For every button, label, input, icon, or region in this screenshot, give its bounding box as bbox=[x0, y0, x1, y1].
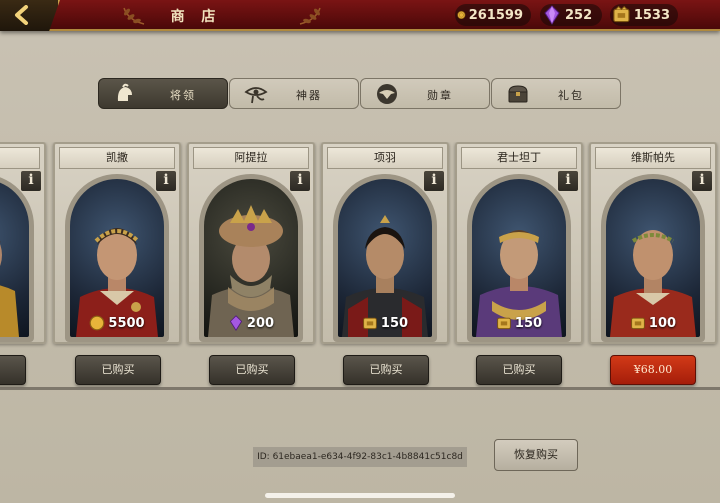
top-bar: 商 店 261599 252 1533 bbox=[0, 0, 720, 31]
hero-name: 阿提拉 bbox=[193, 147, 309, 169]
gold-coin-icon bbox=[90, 315, 105, 331]
hero-portrait-frame: 150 bbox=[467, 174, 571, 342]
hero-price: 150 bbox=[338, 313, 432, 333]
tab-generals-label: 将领 bbox=[170, 89, 196, 102]
hero-card-attila[interactable]: 阿提拉 200 i bbox=[187, 142, 315, 344]
gem-counter[interactable]: 252 bbox=[540, 4, 602, 26]
device-id-label: ID: 61ebaea1-e634-4f92-83c1-4b8841c51c8d bbox=[253, 447, 467, 467]
gold-token-icon bbox=[497, 317, 511, 330]
tab-medals[interactable]: 勋章 bbox=[360, 78, 490, 109]
hero-portrait-frame: 100 bbox=[601, 174, 705, 342]
hero-name bbox=[0, 147, 40, 169]
hero-name: 维斯帕先 bbox=[595, 147, 711, 169]
hero-name: 项羽 bbox=[327, 147, 443, 169]
helmet-icon bbox=[117, 83, 132, 101]
laurel-left-icon bbox=[123, 7, 145, 25]
hero-card-caesar[interactable]: 凯撒 5500 i bbox=[53, 142, 181, 344]
info-button[interactable]: i bbox=[155, 170, 177, 192]
info-button[interactable]: i bbox=[691, 170, 713, 192]
hero-price-value: 200 bbox=[246, 315, 275, 331]
hero-card-xiangyu[interactable]: 项羽 150 i bbox=[321, 142, 449, 344]
gold-token-icon bbox=[631, 317, 645, 330]
tab-artifacts-label: 神器 bbox=[296, 89, 322, 102]
tab-packs-label: 礼包 bbox=[558, 89, 584, 102]
gem-value: 252 bbox=[565, 7, 593, 23]
hero-portrait-frame: 150 bbox=[333, 174, 437, 342]
token-value: 1533 bbox=[633, 7, 670, 23]
purchased-button[interactable]: 已购买 bbox=[476, 355, 562, 385]
info-button[interactable]: i bbox=[20, 170, 42, 192]
hero-price-value: 150 bbox=[380, 315, 409, 331]
hero-card-constantine[interactable]: 君士坦丁 150 i bbox=[455, 142, 583, 344]
page-title: 商 店 bbox=[170, 9, 222, 25]
hero-portrait-frame: 00 bbox=[0, 174, 34, 342]
carousel-divider bbox=[0, 387, 720, 390]
hero-price: 5500 bbox=[70, 313, 164, 333]
hero-price-value: 5500 bbox=[108, 315, 145, 331]
gold-coin-icon bbox=[457, 10, 466, 20]
gold-token-icon bbox=[363, 317, 377, 330]
token-counter[interactable]: 1533 bbox=[610, 4, 678, 26]
back-button[interactable] bbox=[0, 0, 60, 31]
tab-artifacts[interactable]: 神器 bbox=[229, 78, 359, 109]
tab-medals-label: 勋章 bbox=[427, 89, 453, 102]
hero-card-vespasian[interactable]: 维斯帕先 100 i bbox=[589, 142, 717, 344]
buy-price-button[interactable]: ¥68.00 bbox=[610, 355, 696, 385]
gold-coin-value: 261599 bbox=[468, 7, 523, 23]
hero-price: 00 bbox=[0, 313, 29, 333]
purchased-button[interactable]: 已购买 bbox=[343, 355, 429, 385]
hero-carousel[interactable]: 00 i 凯撒 bbox=[0, 142, 720, 392]
info-button[interactable]: i bbox=[557, 170, 579, 192]
hero-portrait-frame: 5500 bbox=[65, 174, 169, 342]
hero-name: 凯撒 bbox=[59, 147, 175, 169]
gold-coin-counter[interactable]: 261599 bbox=[455, 4, 531, 26]
hero-price: 150 bbox=[472, 313, 566, 333]
purple-gem-icon bbox=[544, 5, 560, 25]
purchased-button[interactable]: 已购买 bbox=[209, 355, 295, 385]
tab-packs[interactable]: 礼包 bbox=[491, 78, 621, 109]
purchased-button[interactable]: 已购买 bbox=[75, 355, 161, 385]
hero-portrait-frame: 200 bbox=[199, 174, 303, 342]
restore-purchase-button[interactable]: 恢复购买 bbox=[494, 439, 578, 471]
info-button[interactable]: i bbox=[289, 170, 311, 192]
hero-price: 100 bbox=[606, 313, 700, 333]
laurel-right-icon bbox=[299, 7, 321, 25]
category-tabs: 将领 神器 勋章 礼包 bbox=[98, 78, 622, 109]
home-indicator[interactable] bbox=[265, 493, 455, 498]
back-arrow-icon bbox=[15, 5, 28, 25]
hero-price-value: 100 bbox=[648, 315, 677, 331]
hero-price: 200 bbox=[204, 313, 298, 333]
info-button[interactable]: i bbox=[423, 170, 445, 192]
hero-price-value: 150 bbox=[514, 315, 543, 331]
purple-gem-icon bbox=[229, 315, 243, 331]
hero-name: 君士坦丁 bbox=[461, 147, 577, 169]
tab-generals[interactable]: 将领 bbox=[98, 78, 228, 109]
gold-token-icon bbox=[613, 5, 630, 23]
hero-card[interactable]: 00 i bbox=[0, 142, 46, 344]
purchased-button[interactable] bbox=[0, 355, 26, 385]
